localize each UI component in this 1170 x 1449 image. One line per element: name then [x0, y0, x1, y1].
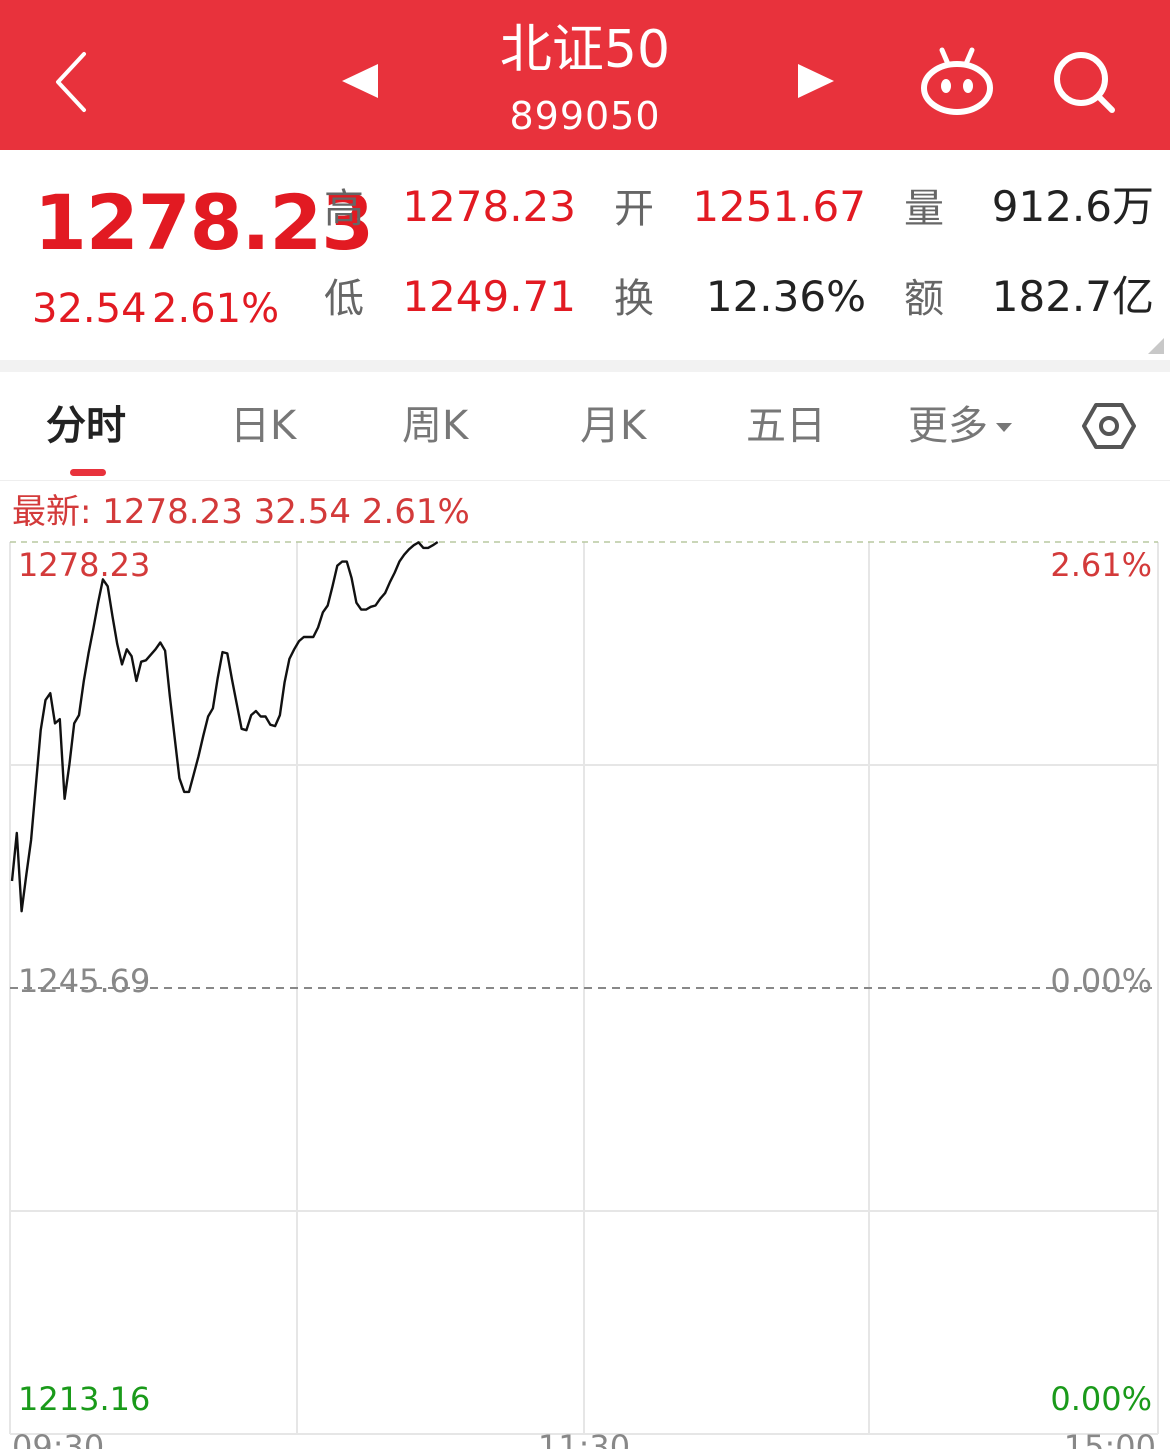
low-label: 低	[324, 276, 364, 322]
top-header: 北证50 899050	[0, 0, 1170, 150]
x-label-open: 09:30	[12, 1428, 104, 1449]
tab-daily-k[interactable]: 日K	[230, 402, 296, 450]
quote-panel: 1278.23 32.54 2.61% 高 1278.23 开 1251.67 …	[0, 150, 1170, 360]
current-price: 1278.23	[34, 178, 374, 267]
tab-more[interactable]: 更多	[908, 402, 1014, 450]
y-mid-label: 1245.69	[18, 962, 150, 1000]
price-line	[10, 541, 439, 913]
period-tabs: 分时 日K 周K 月K 五日 更多	[0, 372, 1170, 481]
next-triangle-icon[interactable]	[796, 62, 836, 100]
volume-label: 量	[904, 186, 944, 232]
volume-value: 912.6万	[991, 182, 1154, 231]
high-value: 1278.23	[402, 182, 576, 231]
pct-bottom-label: 0.00%	[1050, 1380, 1152, 1418]
turnover-value: 12.36%	[705, 272, 866, 321]
y-bottom-label: 1213.16	[18, 1380, 150, 1418]
section-divider	[0, 360, 1170, 372]
amount-label: 额	[904, 276, 944, 322]
tab-five-day[interactable]: 五日	[746, 402, 826, 450]
expand-corner-icon[interactable]	[1148, 338, 1164, 354]
settings-hexagon-icon[interactable]	[1082, 402, 1136, 450]
pct-top-label: 2.61%	[1050, 546, 1152, 584]
turnover-label: 换	[614, 276, 654, 322]
robot-icon[interactable]	[918, 44, 996, 116]
latest-quote-line: 最新: 1278.23 32.54 2.61%	[12, 492, 470, 532]
dropdown-arrow-icon	[996, 423, 1012, 432]
tab-intraday[interactable]: 分时	[46, 402, 126, 450]
tab-more-label: 更多	[908, 403, 988, 449]
x-label-close: 15:00	[1064, 1428, 1156, 1449]
tab-monthly-k[interactable]: 月K	[580, 402, 646, 450]
amount-value: 182.7亿	[991, 272, 1154, 321]
active-tab-indicator	[70, 469, 106, 476]
change-percent: 2.61%	[152, 286, 280, 332]
y-top-label: 1278.23	[18, 546, 150, 584]
tab-weekly-k[interactable]: 周K	[402, 402, 468, 450]
search-icon[interactable]	[1052, 50, 1118, 116]
low-value: 1249.71	[402, 272, 576, 321]
x-label-midday: 11:30	[538, 1428, 630, 1449]
open-label: 开	[614, 186, 654, 232]
pct-mid-label: 0.00%	[1050, 962, 1152, 1000]
change-value: 32.54	[32, 286, 147, 332]
open-value: 1251.67	[692, 182, 866, 231]
high-label: 高	[324, 186, 364, 232]
chart-grid	[9, 541, 1159, 1435]
intraday-chart[interactable]: 1278.23 1245.69 1213.16 2.61% 0.00% 0.00…	[0, 530, 1170, 1449]
